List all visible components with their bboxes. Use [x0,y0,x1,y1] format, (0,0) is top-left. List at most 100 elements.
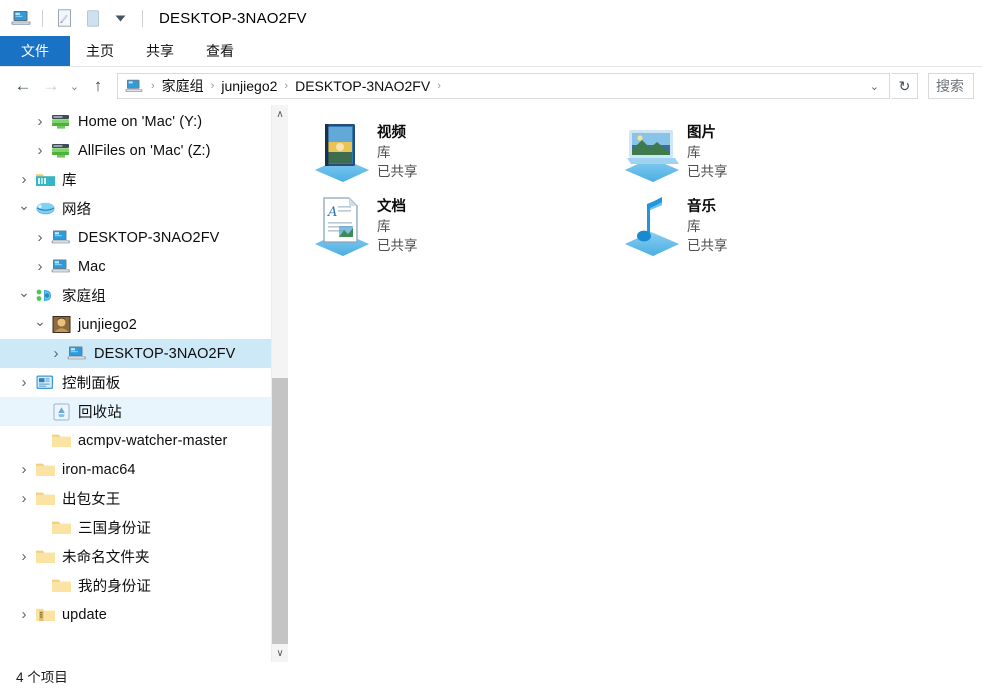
sidebar-item-3[interactable]: 网络 [0,194,288,223]
breadcrumb-item-computer[interactable]: DESKTOP-3NAO2FV [292,78,433,94]
network-icon [34,199,56,219]
library-item[interactable]: 音乐库已共享 [621,191,931,265]
chevron-down-icon[interactable] [30,317,50,332]
tab-home[interactable]: 主页 [70,36,130,66]
computer-icon[interactable] [10,9,31,28]
refresh-button[interactable]: ↻ [892,73,918,99]
network-drive-icon [50,112,72,132]
breadcrumb-computer-icon[interactable] [125,79,143,94]
content-pane[interactable]: 视频库已共享 图片库已共享 A 文档库已共享 音乐库已共享 [289,105,982,662]
sidebar-item-5[interactable]: Mac [0,252,288,281]
sidebar-item-6[interactable]: 家庭组 [0,281,288,310]
breadcrumb-separator-3[interactable]: › [433,80,445,92]
computer-icon [50,228,72,248]
sidebar-item-12[interactable]: iron-mac64 [0,455,288,484]
chevron-right-icon[interactable] [30,143,50,158]
library-item-shared-status: 已共享 [377,238,418,253]
sidebar-item-13[interactable]: 出包女王 [0,484,288,513]
computer-icon [50,257,72,277]
scroll-down-button[interactable]: ∨ [272,644,289,662]
sidebar-item-1[interactable]: AllFiles on 'Mac' (Z:) [0,136,288,165]
scrollbar-thumb[interactable] [271,378,288,644]
sidebar-item-0[interactable]: Home on 'Mac' (Y:) [0,107,288,136]
chevron-down-icon[interactable] [110,9,131,28]
tab-file[interactable]: 文件 [0,36,70,66]
user-avatar-icon [50,315,72,335]
chevron-right-icon[interactable] [30,114,50,129]
chevron-down-icon[interactable] [14,201,34,216]
chevron-down-icon[interactable] [14,288,34,303]
sidebar-item-label: DESKTOP-3NAO2FV [94,345,236,362]
library-item-text: 图片库已共享 [683,121,728,181]
recent-locations-button[interactable]: ⌄ [66,73,83,99]
chevron-right-icon[interactable] [46,346,66,361]
sidebar-item-label: 我的身份证 [78,579,151,595]
folder-icon [34,460,56,480]
navigation-pane: Home on 'Mac' (Y:) AllFiles on 'Mac' (Z:)… [0,105,288,662]
address-dropdown-icon[interactable]: ⌄ [862,80,887,93]
sidebar-item-label: 控制面板 [62,376,121,392]
breadcrumb-item-homegroup[interactable]: 家庭组 [159,76,207,96]
breadcrumb-separator-0: › [151,80,155,92]
chevron-right-icon[interactable] [14,549,34,564]
tab-share[interactable]: 共享 [130,36,190,66]
sidebar-item-14[interactable]: 三国身份证 [0,513,288,542]
sidebar-item-2[interactable]: 库 [0,165,288,194]
library-item[interactable]: 视频库已共享 [311,117,621,191]
sidebar-item-label: 家庭组 [62,289,106,305]
breadcrumb[interactable]: › 家庭组 › junjiego2 › DESKTOP-3NAO2FV › ⌄ [117,73,890,99]
chevron-right-icon[interactable] [14,607,34,622]
sidebar-item-15[interactable]: 未命名文件夹 [0,542,288,571]
navigation-scrollbar[interactable]: ∧ ∨ [271,105,288,662]
sidebar-item-4[interactable]: DESKTOP-3NAO2FV [0,223,288,252]
tab-view[interactable]: 查看 [190,36,250,66]
properties-icon[interactable] [54,9,75,28]
sidebar-item-8[interactable]: DESKTOP-3NAO2FV [0,339,288,368]
sidebar-item-17[interactable]: update [0,600,288,629]
back-button[interactable]: ← [10,73,36,99]
chevron-right-icon[interactable] [30,230,50,245]
library-item[interactable]: 图片库已共享 [621,117,931,191]
breadcrumb-separator-2[interactable]: › [280,80,292,92]
library-item-grid: 视频库已共享 图片库已共享 A 文档库已共享 音乐库已共享 [311,117,971,265]
chevron-right-icon[interactable] [14,462,34,477]
search-input[interactable]: 搜索 [928,73,974,99]
sidebar-item-7[interactable]: junjiego2 [0,310,288,339]
sidebar-item-16[interactable]: 我的身份证 [0,571,288,600]
scroll-up-button[interactable]: ∧ [272,105,289,123]
chevron-right-icon[interactable] [14,375,34,390]
video-library-icon [311,121,373,183]
library-item-shared-status: 已共享 [377,164,418,179]
sidebar-item-label: 库 [62,173,77,189]
library-item-type: 库 [687,145,701,160]
forward-button[interactable]: → [38,73,64,99]
breadcrumb-item-user[interactable]: junjiego2 [218,78,280,94]
ribbon-tab-strip: 文件 主页 共享 查看 [0,36,982,66]
sidebar-item-label: Mac [78,258,106,275]
qat-separator-2 [142,9,143,27]
folder-icon [34,547,56,567]
sidebar-item-11[interactable]: acmpv-watcher-master [0,426,288,455]
folder-zip-icon [34,605,56,625]
recycle-bin-icon [50,402,72,422]
folder-icon [50,518,72,538]
chevron-right-icon[interactable] [14,491,34,506]
breadcrumb-separator-1[interactable]: › [207,80,219,92]
sidebar-item-label: DESKTOP-3NAO2FV [78,229,220,246]
sidebar-item-label: 回收站 [78,405,122,421]
sidebar-item-10[interactable]: 回收站 [0,397,288,426]
svg-text:A: A [327,205,337,220]
chevron-right-icon[interactable] [14,172,34,187]
sidebar-item-9[interactable]: 控制面板 [0,368,288,397]
computer-icon [66,344,88,364]
chevron-right-icon[interactable] [30,259,50,274]
new-folder-icon[interactable] [82,9,103,28]
library-folder-icon [34,170,56,190]
sidebar-item-label: iron-mac64 [62,461,136,478]
scrollbar-track[interactable] [271,123,288,644]
folder-icon [50,576,72,596]
up-button[interactable]: ↑ [85,73,111,99]
folder-icon [34,489,56,509]
search-input-text: 搜索 [936,78,964,94]
library-item[interactable]: A 文档库已共享 [311,191,621,265]
